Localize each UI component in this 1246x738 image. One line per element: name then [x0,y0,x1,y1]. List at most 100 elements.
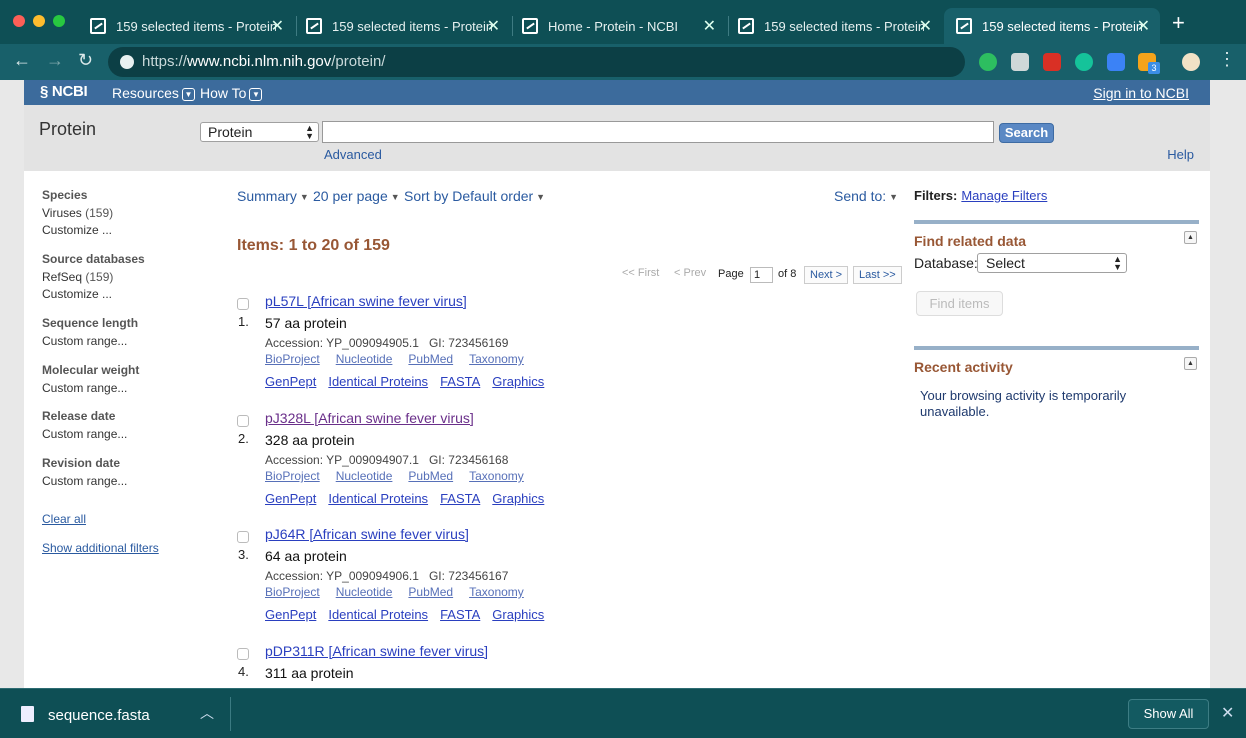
close-tab-icon[interactable]: ✕ [919,16,932,36]
identical-proteins-link[interactable]: Identical Proteins [328,607,428,622]
pubmed-link[interactable]: PubMed [408,352,453,366]
pager-next-button[interactable]: Next > [804,266,849,284]
nucleotide-link[interactable]: Nucleotide [336,469,393,483]
tool-extension-icon[interactable] [1107,53,1125,71]
reload-icon[interactable]: ↻ [78,50,93,71]
facet-custom-range[interactable]: Custom range... [42,380,139,397]
grammarly-extension-icon[interactable] [1075,53,1093,71]
profile-avatar-icon[interactable] [1182,53,1200,71]
identical-proteins-link[interactable]: Identical Proteins [328,491,428,506]
pubmed-link[interactable]: PubMed [408,585,453,599]
browser-menu-icon[interactable]: ⋮ [1218,49,1236,70]
facet-molecular-weight: Molecular weight Custom range... [42,363,140,397]
advanced-search-link[interactable]: Advanced [324,147,382,162]
facet-item-viruses[interactable]: Viruses (159) [42,205,113,222]
manage-filters-link[interactable]: Manage Filters [961,188,1047,203]
close-tab-icon[interactable]: ✕ [487,16,500,36]
close-tab-icon[interactable]: ✕ [703,16,716,36]
genpept-link[interactable]: GenPept [265,374,316,389]
close-window-button[interactable] [13,15,25,27]
forward-arrow-icon[interactable]: → [46,50,64,71]
browser-tab-4[interactable]: 159 selected items - Protein ✕ [726,8,942,44]
pager-last-button[interactable]: Last >> [853,266,902,284]
result-checkbox[interactable] [237,298,249,310]
site-info-icon[interactable] [120,55,134,69]
fasta-link[interactable]: FASTA [440,607,480,622]
related-database-select[interactable]: Select ▲ ▼ [977,253,1127,273]
bioproject-link[interactable]: BioProject [265,352,320,366]
help-link[interactable]: Help [1167,147,1194,162]
ncbi-favicon-icon [90,18,106,34]
bioproject-link[interactable]: BioProject [265,469,320,483]
minimize-window-button[interactable] [33,15,45,27]
graphics-link[interactable]: Graphics [492,491,544,506]
browser-tab-1[interactable]: 159 selected items - Protein ✕ [78,8,294,44]
gmail-extension-icon[interactable] [1043,53,1061,71]
result-checkbox[interactable] [237,648,249,660]
pubmed-link[interactable]: PubMed [408,469,453,483]
result-item: 3. pJ64R [African swine fever virus] 64 … [236,526,876,636]
close-tab-icon[interactable]: ✕ [1137,16,1150,36]
identical-proteins-link[interactable]: Identical Proteins [328,374,428,389]
sign-in-link[interactable]: Sign in to NCBI [1093,85,1189,101]
facet-custom-range[interactable]: Custom range... [42,333,138,350]
close-icon[interactable]: ✕ [1221,703,1234,723]
per-page-menu[interactable]: 20 per page ▼ [313,188,400,204]
search-button[interactable]: Search [999,123,1054,143]
facet-custom-range[interactable]: Custom range... [42,473,127,490]
search-input[interactable] [322,121,994,143]
howto-menu[interactable]: How To ▼ [200,85,263,101]
genpept-link[interactable]: GenPept [265,491,316,506]
back-arrow-icon[interactable]: ← [13,50,31,71]
browser-tab-3[interactable]: Home - Protein - NCBI ✕ [510,8,726,44]
portlet-title: Recent activity [914,359,1013,375]
taxonomy-link[interactable]: Taxonomy [469,585,524,599]
new-tab-icon[interactable]: + [1172,10,1185,36]
result-checkbox[interactable] [237,531,249,543]
collapse-icon[interactable]: ▲ [1184,357,1197,370]
find-items-button[interactable]: Find items [916,291,1003,316]
zoom-window-button[interactable] [53,15,65,27]
facet-revision-date: Revision date Custom range... [42,456,128,490]
result-checkbox[interactable] [237,415,249,427]
address-bar[interactable]: https://www.ncbi.nlm.nih.gov/protein/ [108,47,965,77]
result-title-link[interactable]: pDP311R [African swine fever virus] [265,643,488,659]
send-to-menu[interactable]: Send to: ▼ [834,188,898,204]
graphics-link[interactable]: Graphics [492,607,544,622]
close-tab-icon[interactable]: ✕ [271,16,284,36]
taxonomy-link[interactable]: Taxonomy [469,469,524,483]
graphics-link[interactable]: Graphics [492,374,544,389]
show-all-button[interactable]: Show All [1128,699,1209,729]
display-format-menu[interactable]: Summary ▼ [237,188,309,204]
facet-item-refseq[interactable]: RefSeq (159) [42,269,145,286]
taxonomy-link[interactable]: Taxonomy [469,352,524,366]
evernote-extension-icon[interactable] [979,53,997,71]
result-number: 1. [238,314,249,329]
ncbi-logo[interactable]: § NCBI [40,83,88,100]
result-title-link[interactable]: pJ328L [African swine fever virus] [265,410,474,426]
bioproject-link[interactable]: BioProject [265,585,320,599]
genpept-link[interactable]: GenPept [265,607,316,622]
download-file-name[interactable]: sequence.fasta [48,707,150,724]
facet-customize[interactable]: Customize ... [42,222,113,239]
facet-custom-range[interactable]: Custom range... [42,426,127,443]
result-title-link[interactable]: pL57L [African swine fever virus] [265,293,467,309]
page-number-input[interactable]: 1 [750,267,773,283]
fasta-link[interactable]: FASTA [440,374,480,389]
resources-menu[interactable]: Resources ▼ [112,85,195,101]
screenshot-extension-icon[interactable] [1011,53,1029,71]
show-additional-filters-link[interactable]: Show additional filters [42,541,159,555]
facet-customize[interactable]: Customize ... [42,286,145,303]
nucleotide-link[interactable]: Nucleotide [336,585,393,599]
browser-tab-2[interactable]: 159 selected items - Protein ✕ [294,8,510,44]
chevron-up-icon[interactable]: ︿ [200,703,214,723]
clear-all-link[interactable]: Clear all [42,512,86,526]
result-links-row: BioProject Nucleotide PubMed Taxonomy [265,469,540,483]
fasta-link[interactable]: FASTA [440,491,480,506]
collapse-icon[interactable]: ▲ [1184,231,1197,244]
nucleotide-link[interactable]: Nucleotide [336,352,393,366]
database-select[interactable]: Protein ▲ ▼ [200,122,319,142]
result-title-link[interactable]: pJ64R [African swine fever virus] [265,526,469,542]
sort-menu[interactable]: Sort by Default order ▼ [404,188,545,204]
browser-tab-5-active[interactable]: 159 selected items - Protein ✕ [944,8,1160,44]
